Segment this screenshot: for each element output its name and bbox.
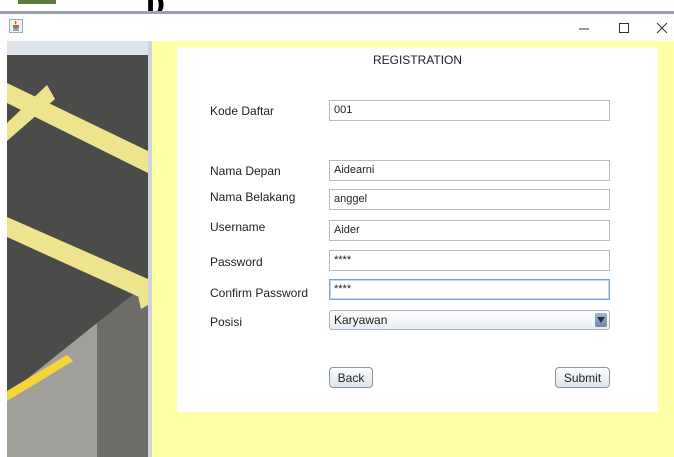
label-username: Username [210, 220, 266, 234]
back-button[interactable]: Back [329, 367, 373, 388]
label-nama-belakang: Nama Belakang [210, 190, 296, 204]
parking-lot-photo [7, 41, 148, 457]
close-button[interactable] [642, 14, 674, 41]
label-posisi: Posisi [210, 315, 243, 329]
confirm-password-field[interactable]: **** [329, 279, 610, 300]
cropped-top-strip: p [0, 0, 674, 14]
kode-daftar-field[interactable]: 001 [329, 100, 610, 121]
posisi-select[interactable]: Karyawan [329, 310, 610, 330]
password-field[interactable]: **** [329, 250, 610, 271]
label-kode-daftar: Kode Daftar [210, 104, 275, 118]
cropped-icon [18, 0, 56, 4]
maximize-button[interactable] [604, 14, 644, 41]
java-coffee-icon [9, 19, 23, 33]
username-field[interactable]: Aider [329, 220, 610, 241]
nama-depan-field[interactable]: Aidearni [329, 160, 610, 181]
label-nama-depan: Nama Depan [210, 164, 281, 178]
submit-button[interactable]: Submit [555, 367, 610, 388]
minimize-button[interactable] [564, 14, 604, 41]
posisi-selected-value: Karyawan [334, 313, 388, 327]
window-titlebar [0, 14, 674, 41]
label-confirm-password: Confirm Password [210, 286, 309, 300]
chevron-down-icon[interactable] [595, 313, 607, 327]
label-password: Password [210, 255, 263, 269]
form-title: REGISTRATION [372, 53, 463, 67]
nama-belakang-field[interactable]: anggel [329, 189, 610, 210]
